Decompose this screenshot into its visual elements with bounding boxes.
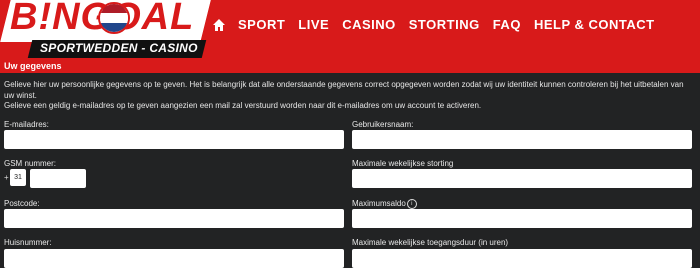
- max-deposit-label: Maximale wekelijkse storting: [352, 159, 454, 168]
- username-label: Gebruikersnaam:: [352, 120, 414, 129]
- nav-sport[interactable]: SPORT: [238, 17, 285, 32]
- gsm-number-field[interactable]: [30, 169, 86, 188]
- nav-help-contact[interactable]: HELP & CONTACT: [534, 17, 655, 32]
- section-header: Uw gegevens: [0, 59, 700, 73]
- section-title: Uw gegevens: [4, 61, 62, 71]
- brand-logo[interactable]: B!NGOAL SPORTWEDDEN - CASINO: [0, 0, 212, 62]
- email-label: E-mailadres:: [4, 120, 49, 129]
- postcode-label: Postcode:: [4, 199, 40, 208]
- username-field[interactable]: [352, 130, 692, 149]
- nav-faq[interactable]: FAQ: [493, 17, 521, 32]
- postcode-field[interactable]: [4, 209, 344, 228]
- max-access-label: Maximale wekelijkse toegangsduur (in ure…: [352, 238, 509, 247]
- email-field[interactable]: [4, 130, 344, 149]
- max-balance-field[interactable]: [352, 209, 692, 228]
- gsm-label: GSM nummer:: [4, 159, 57, 168]
- intro-line-1: Gelieve hier uw persoonlijke gegevens op…: [4, 80, 684, 100]
- nav-storting[interactable]: STORTING: [409, 17, 480, 32]
- housenumber-label: Huisnummer:: [4, 238, 52, 247]
- nav-live[interactable]: LIVE: [298, 17, 329, 32]
- intro-text: Gelieve hier uw persoonlijke gegevens op…: [4, 80, 694, 112]
- max-deposit-field[interactable]: [352, 169, 692, 188]
- intro-line-2: Gelieve een geldig e-mailadres op te gev…: [4, 101, 482, 110]
- max-balance-label: Maximumsaldo i: [352, 199, 417, 209]
- gsm-prefix: +: [4, 173, 9, 182]
- info-icon[interactable]: i: [406, 199, 417, 209]
- dutch-flag-icon: [98, 2, 130, 34]
- main-nav: SPORT LIVE CASINO STORTING FAQ HELP & CO…: [212, 17, 668, 32]
- max-balance-text: Maximumsaldo: [352, 199, 406, 209]
- country-code-field[interactable]: 31: [10, 169, 26, 186]
- home-icon[interactable]: [212, 18, 226, 32]
- nav-casino[interactable]: CASINO: [342, 17, 396, 32]
- max-access-field[interactable]: [352, 249, 692, 268]
- site-header: B!NGOAL SPORTWEDDEN - CASINO SPORT LIVE …: [0, 0, 700, 59]
- brand-tagline: SPORTWEDDEN - CASINO: [40, 41, 198, 55]
- housenumber-field[interactable]: [4, 249, 344, 268]
